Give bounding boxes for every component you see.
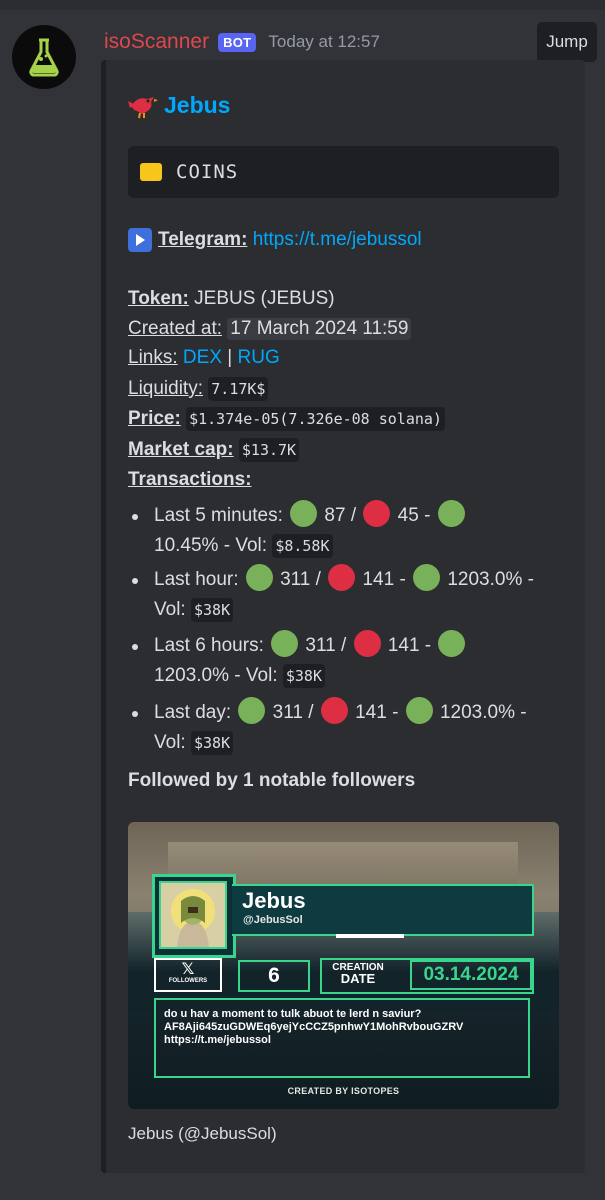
price-label: Price: [128,408,181,429]
card-created-date: 03.14.2024 [410,960,532,990]
card-created-label: CREATION DATE [332,962,384,986]
links-line: Links: DEX | RUG [128,347,280,369]
token-value: JEBUS (JEBUS) [194,288,335,309]
token-line: Token: JEBUS (JEBUS) [128,288,335,310]
flask-icon [29,38,59,77]
card-followers-count: 6 [238,960,310,992]
list-bullet [132,711,138,717]
bot-badge: BOT [218,32,257,52]
card-avatar-image [159,881,227,949]
rug-link[interactable]: RUG [238,347,280,369]
price-value: $1.374e-05(7.326e-08 solana) [186,407,445,431]
timestamp[interactable]: Today at 12:57 [268,32,380,52]
created-line: Created at: 17 March 2024 11:59 [128,318,412,340]
created-value[interactable]: 17 March 2024 11:59 [227,318,412,340]
embed-author: Jebus [128,92,230,119]
card-credit: CREATED BY ISOTOPES [287,1086,400,1096]
green-circle-icon [437,500,465,528]
dex-link[interactable]: DEX [183,347,222,369]
embed: Jebus COINS Telegram: https://t.me/jebus… [101,60,585,1173]
red-circle-icon [353,630,381,658]
telegram-label: Telegram: [158,229,248,250]
card-description: do u hav a moment to tulk abuot te lerd … [154,998,530,1078]
avatar[interactable] [12,25,76,89]
jump-button[interactable]: Jump [537,22,597,62]
token-label: Token: [128,288,189,309]
green-circle-icon [238,697,266,725]
x-logo-icon: 𝕏 [181,961,195,978]
red-circle-icon [328,564,356,592]
card-followers-box: 𝕏 FOLLOWERS [154,958,222,992]
liquidity-label: Liquidity: [128,378,203,399]
followed-heading: Followed by 1 notable followers [128,770,416,791]
market-cap-line: Market cap: $13.7K [128,438,300,462]
card-name: Jebus [242,888,306,913]
list-item: Last hour: 311 / 141 - 1203.0% - Vol: $3… [154,564,534,625]
embed-image-card[interactable]: Jebus @JebusSol 𝕏 FOLLOWERS 6 CREATION D… [128,822,559,1109]
telegram-line: Telegram: https://t.me/jebussol [128,228,422,252]
market-cap-label: Market cap: [128,439,234,460]
yellow-square-icon [140,163,162,181]
green-circle-icon [271,630,299,658]
list-bullet [132,644,138,650]
transactions-label: Transactions: [128,469,252,490]
card-avatar-frame [152,874,236,958]
green-circle-icon [245,564,273,592]
green-circle-icon [290,500,318,528]
green-circle-icon [413,564,441,592]
list-bullet [132,514,138,520]
red-circle-icon [320,697,348,725]
transactions-line: Transactions: [128,469,252,491]
card-followers-label: FOLLOWERS [168,978,208,984]
market-cap-value: $13.7K [238,438,300,462]
play-button-icon [128,228,152,252]
embed-author-name[interactable]: Jebus [164,92,230,119]
liquidity-line: Liquidity: 7.17K$ [128,377,269,401]
list-item: Last day: 311 / 141 - 1203.0% - Vol: $38… [154,697,527,758]
list-item: Last 5 minutes: 87 / 45 - 10.45% - Vol: … [154,500,467,561]
username[interactable]: isoScanner [104,30,209,54]
card-handle: @JebusSol [243,914,303,926]
telegram-link[interactable]: https://t.me/jebussol [253,229,422,251]
green-circle-icon [438,630,466,658]
liquidity-value: 7.17K$ [208,377,269,401]
message-header: isoScanner BOT Today at 12:57 [104,28,380,56]
code-block: COINS [128,146,559,198]
card-divider [336,934,404,938]
list-bullet [132,578,138,584]
bird-icon [128,96,158,118]
red-circle-icon [363,500,391,528]
price-line: Price: $1.374e-05(7.326e-08 solana) [128,407,445,431]
embed-footer: Jebus (@JebusSol) [128,1124,277,1143]
green-circle-icon [405,697,433,725]
links-label: Links: [128,347,178,368]
created-label: Created at: [128,318,222,339]
top-bar [0,0,605,10]
list-item: Last 6 hours: 311 / 141 - 1203.0% - Vol:… [154,630,467,691]
code-block-text: COINS [176,161,239,183]
